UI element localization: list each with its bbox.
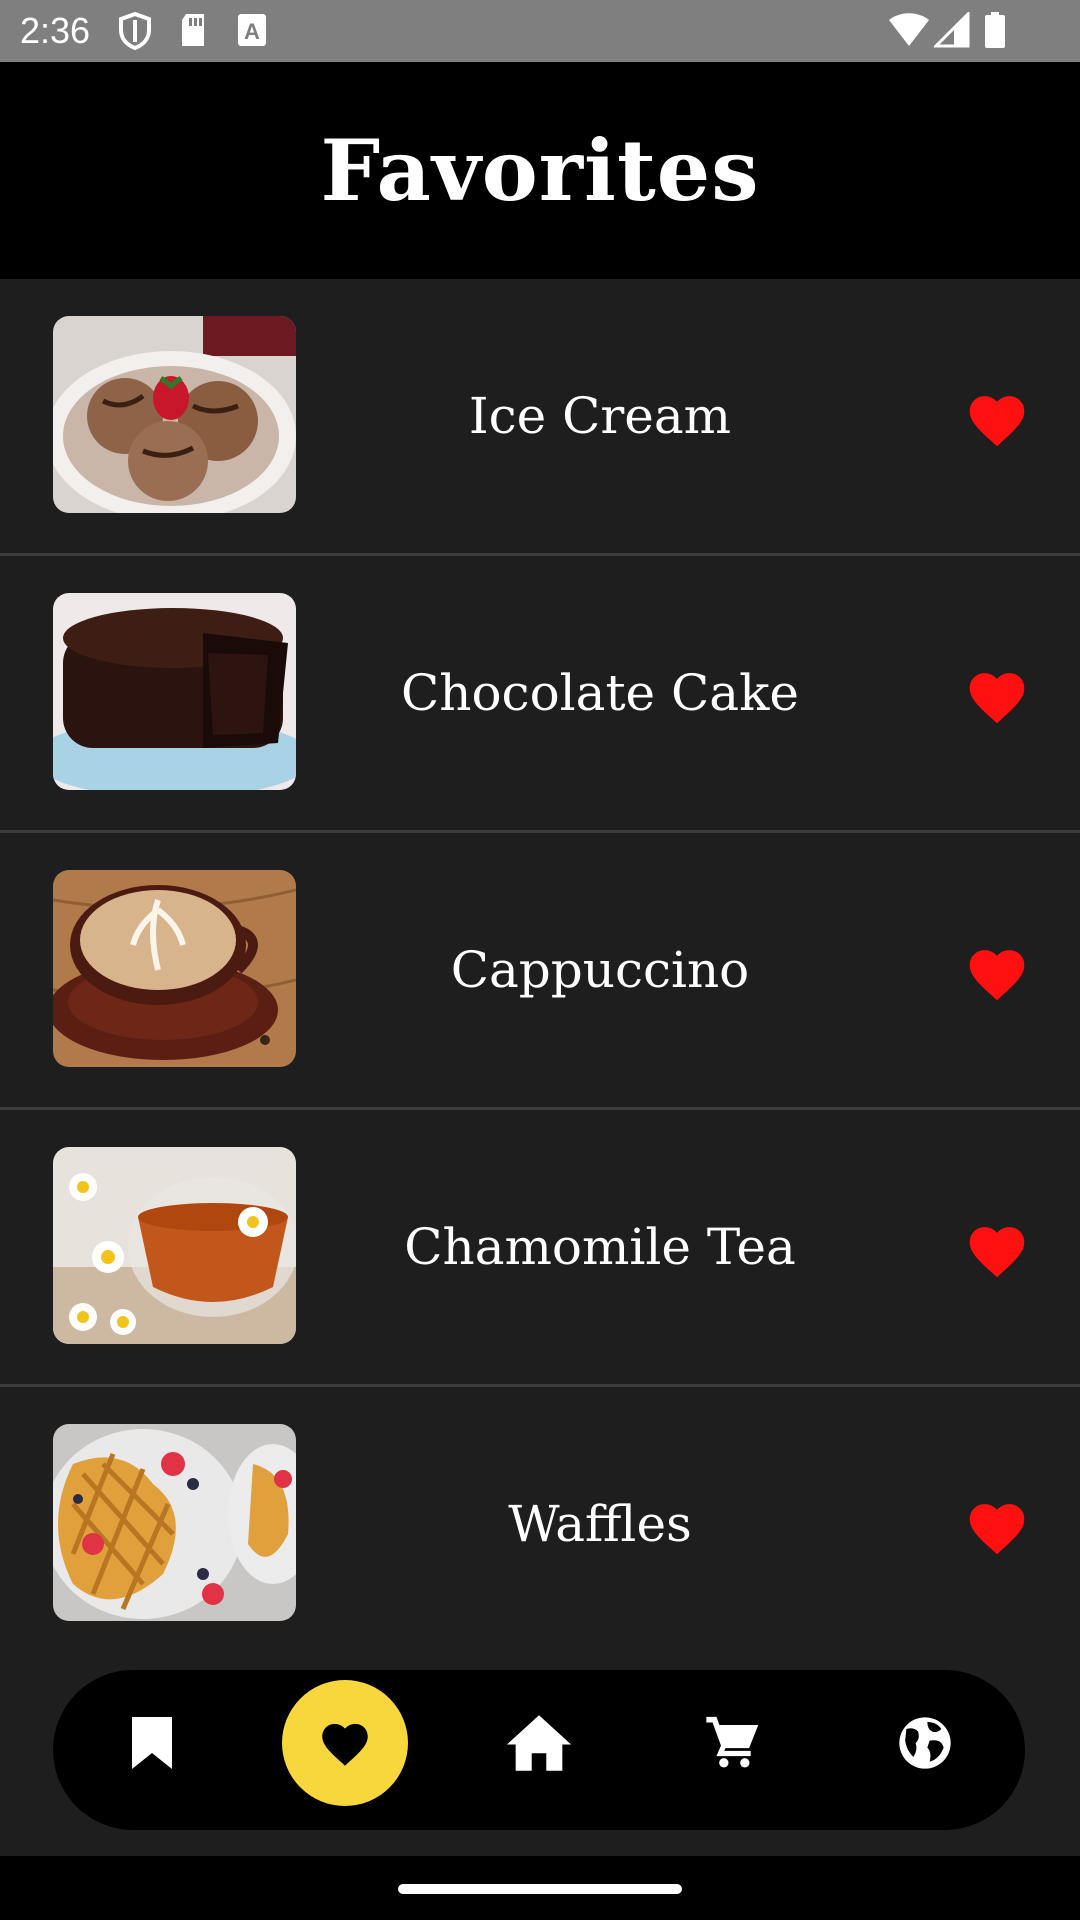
cappuccino-image bbox=[53, 870, 296, 1067]
app-header: Favorites bbox=[0, 62, 1080, 279]
item-name: Chocolate Cake bbox=[401, 664, 799, 722]
bookmark-icon bbox=[132, 1717, 172, 1769]
favorites-list: Ice Cream Chocolate Cake Cappuccino Cham… bbox=[0, 279, 1080, 1664]
heart-icon[interactable] bbox=[964, 943, 1030, 1003]
heart-icon[interactable] bbox=[964, 389, 1030, 449]
waffles-image bbox=[53, 1424, 296, 1621]
list-item[interactable]: Chocolate Cake bbox=[0, 556, 1080, 833]
chocolate-cake-image bbox=[53, 593, 296, 790]
globe-icon bbox=[899, 1717, 951, 1769]
list-item[interactable]: Chamomile Tea bbox=[0, 1110, 1080, 1387]
page-title: Favorites bbox=[320, 121, 760, 220]
heart-icon bbox=[322, 1723, 368, 1766]
item-name: Chamomile Tea bbox=[404, 1218, 796, 1276]
heart-icon[interactable] bbox=[964, 1220, 1030, 1280]
heart-icon[interactable] bbox=[964, 666, 1030, 726]
item-name: Cappuccino bbox=[450, 941, 750, 999]
battery-icon bbox=[985, 12, 1005, 48]
nav-cart[interactable] bbox=[669, 1680, 795, 1806]
home-indicator[interactable] bbox=[398, 1884, 682, 1894]
shield-icon bbox=[119, 12, 151, 50]
bottom-nav bbox=[53, 1670, 1025, 1830]
item-name: Waffles bbox=[508, 1495, 692, 1553]
wifi-icon bbox=[889, 13, 929, 46]
nav-explore[interactable] bbox=[862, 1680, 988, 1806]
status-bar: 2:36 A bbox=[0, 0, 1080, 62]
nav-home[interactable] bbox=[476, 1680, 602, 1806]
gesture-bar bbox=[0, 1856, 1080, 1920]
list-item[interactable]: Waffles bbox=[0, 1387, 1080, 1664]
status-time: 2:36 bbox=[20, 10, 91, 51]
svg-text:A: A bbox=[244, 19, 260, 44]
nav-favorites[interactable] bbox=[282, 1680, 408, 1806]
chamomile-tea-image bbox=[53, 1147, 296, 1344]
sd-card-icon bbox=[182, 14, 204, 46]
item-name: Ice Cream bbox=[468, 387, 732, 445]
nav-bookmarks[interactable] bbox=[89, 1680, 215, 1806]
cart-icon bbox=[706, 1716, 759, 1768]
list-item[interactable]: Cappuccino bbox=[0, 833, 1080, 1110]
list-item[interactable]: Ice Cream bbox=[0, 279, 1080, 556]
heart-icon[interactable] bbox=[964, 1497, 1030, 1557]
home-icon bbox=[506, 1715, 572, 1771]
font-download-icon: A bbox=[238, 14, 266, 46]
bottom-nav-container bbox=[0, 1658, 1080, 1856]
ice-cream-image bbox=[53, 316, 296, 513]
signal-icon bbox=[934, 12, 970, 48]
